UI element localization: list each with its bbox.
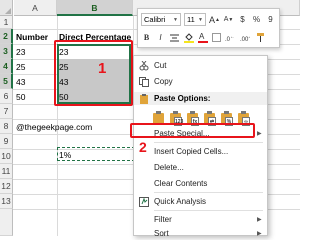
increase-decimal-button[interactable]: .0 ← bbox=[225, 31, 237, 44]
cell-a1[interactable]: Number bbox=[14, 29, 57, 45]
decrease-decimal-icon: .00→ bbox=[240, 34, 251, 42]
row-header-10[interactable]: 10 bbox=[0, 149, 13, 164]
align-center-icon bbox=[170, 34, 179, 41]
menu-item-quick-analysis[interactable]: Quick Analysis bbox=[134, 194, 267, 209]
paste-options-label: Paste Options: bbox=[154, 94, 211, 103]
menu-item-label: Insert Copied Cells... bbox=[154, 147, 229, 156]
borders-icon bbox=[212, 33, 221, 42]
quick-analysis-icon bbox=[134, 196, 154, 207]
menu-item-copy[interactable]: Copy bbox=[134, 74, 267, 89]
menu-separator bbox=[154, 142, 263, 143]
corner-triangle-icon bbox=[5, 8, 11, 14]
format-painter-button[interactable] bbox=[255, 31, 266, 44]
menu-item-insert-copied-cells[interactable]: Insert Copied Cells... bbox=[134, 144, 267, 159]
annotation-number-2: 2 bbox=[139, 139, 147, 155]
cell-a7[interactable]: @thegeekpage.com bbox=[14, 119, 132, 135]
column-header-a[interactable]: A bbox=[14, 0, 57, 16]
menu-item-label: Delete... bbox=[154, 163, 184, 172]
row-header-13[interactable]: 13 bbox=[0, 194, 13, 209]
dropdown-arrow-icon: ▼ bbox=[198, 16, 203, 23]
italic-button[interactable]: I bbox=[155, 31, 166, 44]
align-center-button[interactable] bbox=[169, 31, 180, 44]
mini-toolbar: Calibri ▼ 11 ▼ A ▲ A ▼ $ % 9 B I A .0 ← .00 → bbox=[137, 8, 280, 48]
fill-color-button[interactable] bbox=[183, 31, 194, 44]
cell-a5[interactable]: 50 bbox=[14, 89, 57, 105]
row-header-14[interactable] bbox=[0, 209, 13, 236]
menu-separator bbox=[154, 210, 263, 211]
scissors-icon bbox=[134, 60, 154, 71]
copy-marquee bbox=[57, 147, 135, 161]
row-header-7[interactable]: 7 bbox=[0, 104, 13, 119]
format-painter-icon bbox=[257, 32, 264, 42]
font-size-value: 11 bbox=[187, 15, 195, 24]
submenu-arrow-icon: ▶ bbox=[257, 217, 262, 223]
bold-button[interactable]: B bbox=[141, 31, 152, 44]
paint-bucket-icon bbox=[183, 33, 194, 43]
menu-item-delete[interactable]: Delete... bbox=[134, 160, 267, 175]
submenu-arrow-icon: ▶ bbox=[257, 231, 262, 237]
menu-item-label: Copy bbox=[154, 77, 173, 86]
decrease-font-size-button[interactable]: A ▼ bbox=[223, 13, 234, 26]
submenu-arrow-icon: ▶ bbox=[257, 131, 262, 137]
cell-a2[interactable]: 23 bbox=[14, 44, 57, 60]
font-color-button[interactable]: A bbox=[197, 31, 208, 44]
menu-item-label: Filter bbox=[154, 215, 172, 224]
copy-icon bbox=[134, 76, 154, 87]
menu-item-filter[interactable]: Filter ▶ bbox=[134, 212, 267, 227]
cell-a3[interactable]: 25 bbox=[14, 59, 57, 75]
svg-text:A: A bbox=[199, 32, 205, 41]
svg-text:→: → bbox=[246, 34, 251, 40]
row-header-5[interactable]: 5 bbox=[0, 74, 13, 89]
increase-font-size-button[interactable]: A ▲ bbox=[209, 13, 220, 26]
menu-item-label: Quick Analysis bbox=[154, 197, 207, 206]
font-size-dropdown[interactable]: 11 ▼ bbox=[184, 13, 206, 26]
menu-item-clear-contents[interactable]: Clear Contents bbox=[134, 176, 267, 191]
menu-item-label: Cut bbox=[154, 61, 167, 70]
select-all-corner[interactable] bbox=[0, 0, 13, 16]
row-header-8[interactable]: 8 bbox=[0, 119, 13, 134]
annotation-box-1 bbox=[54, 40, 133, 106]
annotation-number-1: 1 bbox=[98, 60, 107, 77]
annotation-box-2 bbox=[130, 123, 255, 138]
row-header-3[interactable]: 3 bbox=[0, 44, 13, 59]
menu-item-label: Sort bbox=[154, 229, 169, 238]
dropdown-arrow-icon: ▼ bbox=[173, 16, 178, 23]
borders-button[interactable] bbox=[211, 31, 222, 44]
menu-item-sort[interactable]: Sort ▶ bbox=[134, 226, 267, 240]
menu-separator bbox=[154, 192, 263, 193]
accounting-format-button[interactable]: $ bbox=[237, 13, 248, 26]
font-name-value: Calibri bbox=[144, 15, 166, 24]
row-header-2[interactable]: 2 bbox=[0, 29, 13, 44]
percent-style-button[interactable]: % bbox=[251, 13, 262, 26]
menu-item-label: Clear Contents bbox=[154, 179, 208, 188]
paste-options-header: Paste Options: bbox=[134, 92, 267, 105]
font-name-dropdown[interactable]: Calibri ▼ bbox=[141, 13, 181, 26]
menu-item-cut[interactable]: Cut bbox=[134, 58, 267, 73]
column-header-b[interactable]: B bbox=[57, 0, 133, 16]
decrease-decimal-button[interactable]: .00 → bbox=[240, 31, 252, 44]
clipboard-icon bbox=[134, 93, 154, 104]
row-header-4[interactable]: 4 bbox=[0, 59, 13, 74]
increase-decimal-icon: .0 ← bbox=[225, 34, 235, 42]
font-color-icon: A bbox=[197, 32, 208, 43]
cell-a4[interactable]: 43 bbox=[14, 74, 57, 90]
comma-style-button[interactable]: 9 bbox=[265, 13, 276, 26]
row-header-9[interactable]: 9 bbox=[0, 134, 13, 149]
row-header-1[interactable]: 1 bbox=[0, 16, 13, 29]
context-menu: Cut Copy Paste Options: 123 fx ⇄ % ∞ Pas… bbox=[133, 55, 268, 238]
svg-text:←: ← bbox=[230, 34, 235, 40]
row-header-11[interactable]: 11 bbox=[0, 164, 13, 179]
row-header-12[interactable]: 12 bbox=[0, 179, 13, 194]
row-header-6[interactable]: 6 bbox=[0, 89, 13, 104]
